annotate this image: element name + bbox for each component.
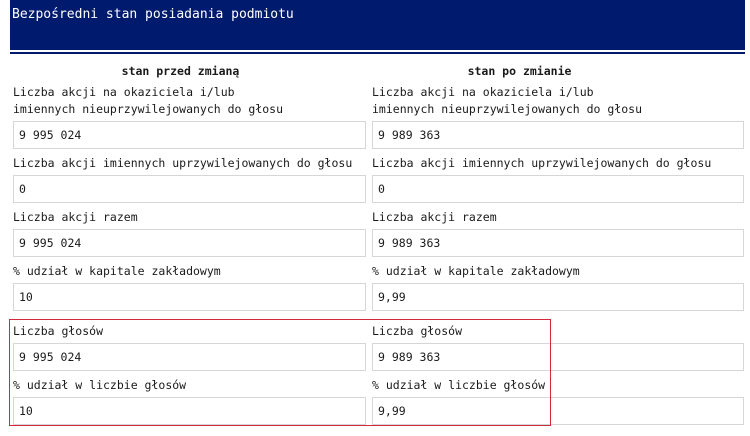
label-votes-share-after: % udział w liczbie głosów [372,378,546,392]
input-votes-share-before[interactable]: 10 [13,397,366,425]
label-votes-after: Liczba głosów [372,324,463,338]
input-shares-privileged-before[interactable]: 0 [13,175,366,203]
input-votes-share-after[interactable]: 9,99 [372,397,744,425]
label-votes-before: Liczba głosów [13,324,104,338]
label-capital-share-before: % udział w kapitale zakładowym [13,264,221,278]
input-capital-share-before[interactable]: 10 [13,283,366,311]
label-capital-share-after: % udział w kapitale zakładowym [372,264,580,278]
input-shares-bearer-after[interactable]: 9 989 363 [372,121,744,149]
input-votes-after[interactable]: 9 989 363 [372,343,744,371]
input-votes-before[interactable]: 9 995 024 [13,343,366,371]
label-votes-share-before: % udział w liczbie głosów [13,378,187,392]
input-shares-privileged-after[interactable]: 0 [372,175,744,203]
input-shares-bearer-before[interactable]: 9 995 024 [13,121,366,149]
label-shares-bearer-after: Liczba akcji na okaziciela i/lub imienny… [372,85,643,116]
column-header-after: stan po zmianie [467,64,572,78]
label-shares-privileged-after: Liczba akcji imiennych uprzywilejowanych… [372,156,712,170]
column-header-before: stan przed zmianą [121,64,240,78]
label-shares-bearer-before: Liczba akcji na okaziciela i/lub imienny… [13,85,284,116]
label-shares-privileged-before: Liczba akcji imiennych uprzywilejowanych… [13,156,353,170]
label-shares-total-before: Liczba akcji razem [13,210,138,224]
input-capital-share-after[interactable]: 9,99 [372,283,744,311]
section-title: Bezpośredni stan posiadania podmiotu [12,7,294,22]
section-header: Bezpośredni stan posiadania podmiotu [10,0,745,52]
label-shares-total-after: Liczba akcji razem [372,210,497,224]
input-shares-total-after[interactable]: 9 989 363 [372,229,744,257]
input-shares-total-before[interactable]: 9 995 024 [13,229,366,257]
